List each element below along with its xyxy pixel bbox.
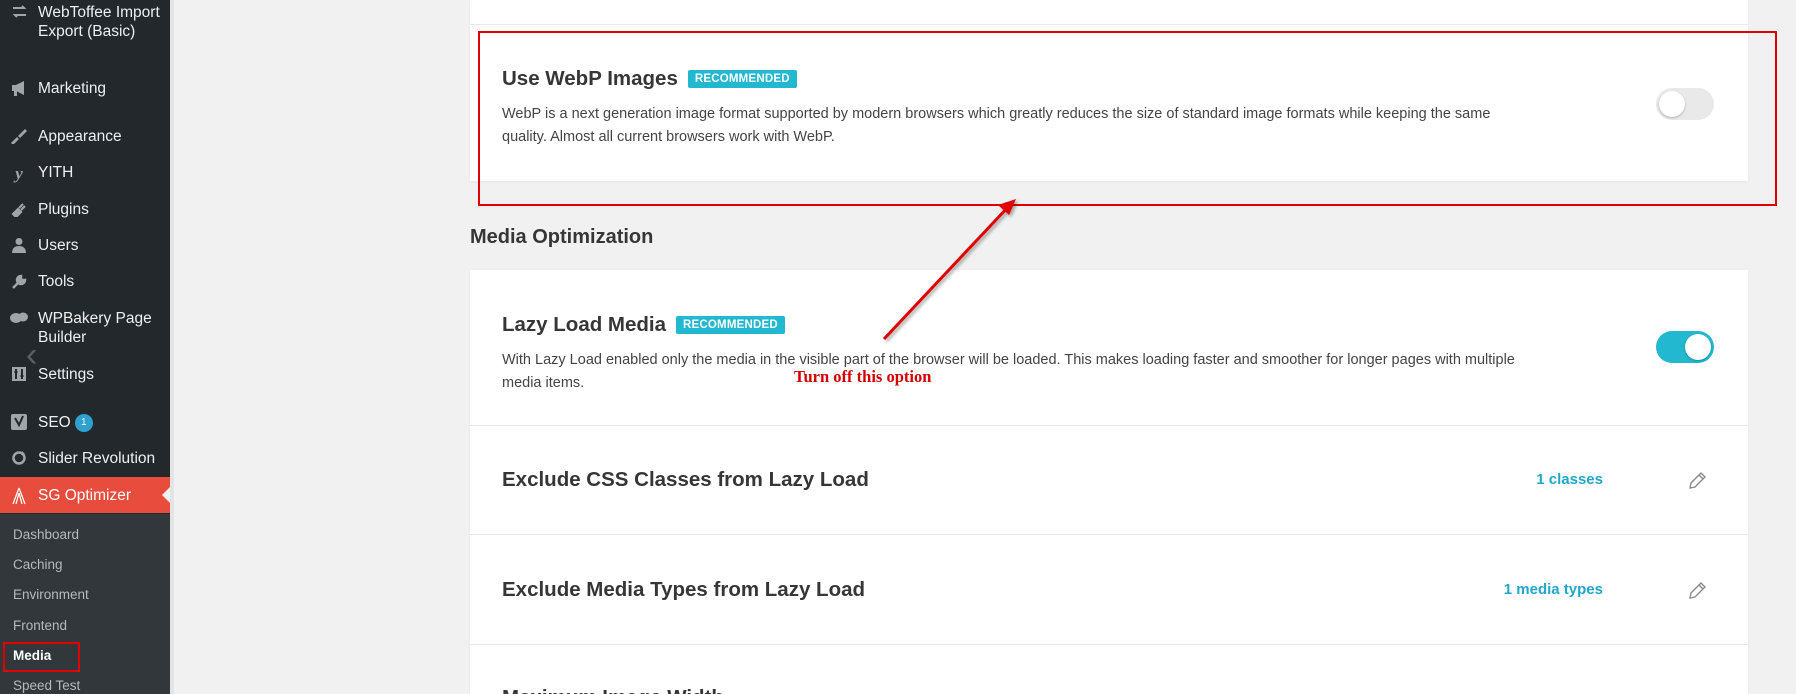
annotation-label: Turn off this option xyxy=(794,367,932,386)
annotation-arrow xyxy=(882,199,1016,341)
